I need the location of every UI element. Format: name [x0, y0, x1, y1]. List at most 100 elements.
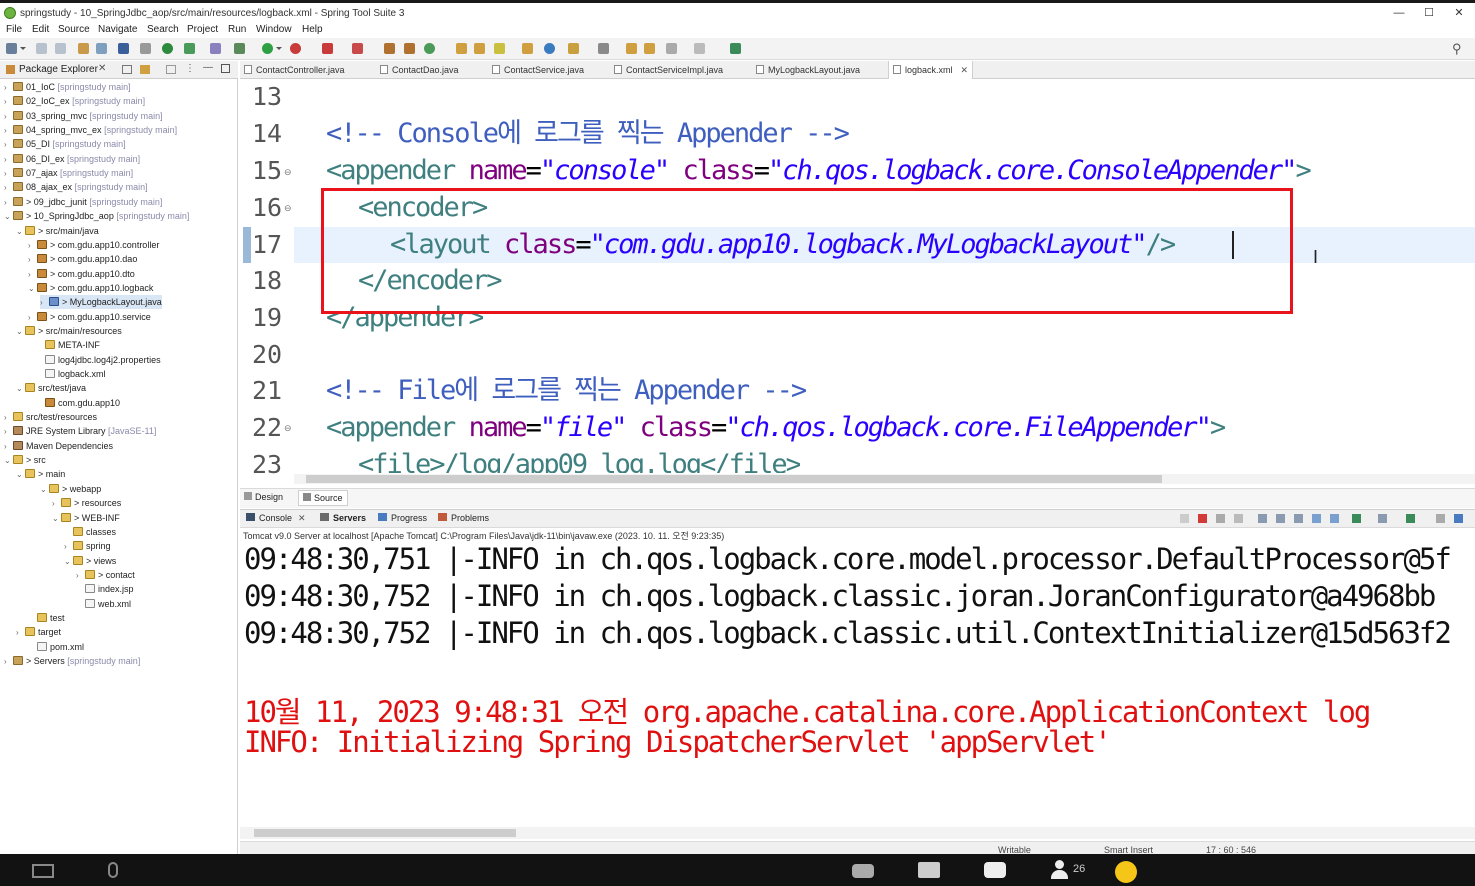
tree-item[interactable]: ⌄ > views: [64, 554, 116, 568]
boot-dashboard-icon[interactable]: [210, 43, 221, 54]
forward-arrow-icon[interactable]: [694, 43, 705, 54]
collapsed-arrow-icon[interactable]: ›: [4, 425, 13, 439]
tree-item[interactable]: ⌄ > com.gdu.app10.logback: [28, 281, 153, 295]
tree-item[interactable]: › src/test/resources: [4, 410, 97, 424]
collapsed-arrow-icon[interactable]: ›: [28, 253, 37, 267]
tree-item[interactable]: logback.xml: [36, 367, 106, 381]
collapsed-arrow-icon[interactable]: ›: [16, 626, 25, 640]
word-wrap-icon[interactable]: [1294, 514, 1303, 523]
expanded-arrow-icon[interactable]: ⌄: [16, 225, 25, 239]
tree-item[interactable]: ⌄ > src/main/resources: [16, 324, 122, 338]
tree-item[interactable]: › 05_DI [springstudy main]: [4, 137, 126, 151]
open-type-icon[interactable]: [78, 43, 89, 54]
tree-item[interactable]: ⌄ > webapp: [40, 482, 101, 496]
menu-window[interactable]: Window: [256, 24, 292, 35]
remove-all-icon[interactable]: [1234, 514, 1243, 523]
tree-item[interactable]: › > contact: [76, 568, 135, 582]
maximize-view-icon[interactable]: [1454, 514, 1463, 523]
participants-icon[interactable]: [1050, 860, 1068, 880]
expanded-arrow-icon[interactable]: ⌄: [16, 382, 25, 396]
tree-item[interactable]: › 07_ajax [springstudy main]: [4, 166, 133, 180]
stop-server-icon[interactable]: [352, 43, 363, 54]
tree-item[interactable]: › spring: [64, 539, 111, 553]
annotation-icon[interactable]: [568, 43, 579, 54]
tree-item[interactable]: web.xml: [76, 597, 131, 611]
clear-console-icon[interactable]: [1258, 514, 1267, 523]
save-icon[interactable]: [36, 43, 47, 54]
collapsed-arrow-icon[interactable]: ›: [28, 268, 37, 282]
tree-item[interactable]: ⌄ > src/main/java: [16, 224, 99, 238]
skip-breakpoints-icon[interactable]: [140, 43, 151, 54]
fold-icon[interactable]: ⊖: [284, 167, 292, 178]
collapsed-arrow-icon[interactable]: ›: [4, 196, 13, 210]
expanded-arrow-icon[interactable]: ⌄: [64, 555, 73, 569]
tree-item[interactable]: › > resources: [52, 496, 121, 510]
display-console-icon[interactable]: [1378, 514, 1387, 523]
close-icon[interactable]: ✕: [98, 63, 106, 74]
tree-item[interactable]: ⌄ > src: [4, 453, 46, 467]
collapsed-arrow-icon[interactable]: ›: [4, 138, 13, 152]
maximize-view-icon[interactable]: [221, 64, 230, 73]
tree-item[interactable]: com.gdu.app10: [36, 396, 120, 410]
debug-icon[interactable]: [234, 43, 245, 54]
minimize-view-icon[interactable]: —: [203, 62, 213, 73]
expanded-arrow-icon[interactable]: ⌄: [40, 483, 49, 497]
open-perspective-icon[interactable]: [730, 43, 741, 54]
save-all-icon[interactable]: [55, 43, 66, 54]
search-icon[interactable]: ⚲: [1452, 41, 1462, 57]
close-icon[interactable]: ✕: [298, 513, 306, 523]
minimize-button[interactable]: —: [1390, 5, 1408, 21]
tree-item[interactable]: › > com.gdu.app10.service: [28, 310, 151, 324]
tree-item[interactable]: classes: [64, 525, 116, 539]
tree-item[interactable]: ⌄ src/test/java: [16, 381, 86, 395]
terminal-icon[interactable]: [118, 43, 129, 54]
collapsed-arrow-icon[interactable]: ›: [76, 569, 85, 583]
maximize-button[interactable]: ☐: [1420, 5, 1438, 21]
collapsed-arrow-icon[interactable]: ›: [4, 411, 13, 425]
collapsed-arrow-icon[interactable]: ›: [4, 110, 13, 124]
refresh-icon[interactable]: [184, 43, 195, 54]
expanded-arrow-icon[interactable]: ⌄: [16, 468, 25, 482]
run-dropdown-icon[interactable]: [276, 47, 282, 50]
tree-item[interactable]: ⌄ > WEB-INF: [52, 511, 120, 525]
menu-navigate[interactable]: Navigate: [98, 24, 137, 35]
pen-icon[interactable]: [494, 43, 505, 54]
tree-item[interactable]: › > 09_jdbc_junit [springstudy main]: [4, 195, 162, 209]
tab-source[interactable]: Source: [298, 490, 348, 506]
youtube-icon[interactable]: [852, 864, 874, 878]
collapsed-arrow-icon[interactable]: ›: [52, 497, 61, 511]
code-line-23[interactable]: <file>/log/app09_log.log</file>: [358, 447, 800, 473]
editor-hscrollbar[interactable]: [294, 474, 1475, 484]
remove-launch-icon[interactable]: [1216, 514, 1225, 523]
tab-progress[interactable]: Progress: [378, 513, 427, 523]
run-external-icon[interactable]: [290, 43, 301, 54]
tree-item[interactable]: ⌄ > 10_SpringJdbc_aop [springstudy main]: [4, 209, 189, 223]
collapse-all-icon[interactable]: [122, 65, 132, 74]
tree-item[interactable]: ⌄ > main: [16, 467, 65, 481]
tree-item[interactable]: › > com.gdu.app10.dto: [28, 267, 135, 281]
expanded-arrow-icon[interactable]: ⌄: [4, 210, 13, 224]
filter-icon[interactable]: [166, 65, 176, 74]
tree-item[interactable]: test: [28, 611, 65, 625]
collapsed-arrow-icon[interactable]: ›: [64, 540, 73, 554]
emoji-icon[interactable]: [1115, 861, 1137, 883]
tree-item[interactable]: pom.xml: [28, 640, 84, 654]
code-line-22[interactable]: <appender name="file" class="ch.qos.logb…: [326, 410, 1226, 446]
new-icon[interactable]: [6, 43, 17, 54]
collapsed-arrow-icon[interactable]: ›: [4, 167, 13, 181]
minimize-view-icon[interactable]: [1436, 514, 1445, 523]
tree-item[interactable]: › > com.gdu.app10.dao: [28, 252, 137, 266]
tree-item[interactable]: › > com.gdu.app10.controller: [28, 238, 159, 252]
collapsed-arrow-icon[interactable]: ›: [28, 311, 37, 325]
tree-item[interactable]: › 06_DI_ex [springstudy main]: [4, 152, 140, 166]
back-edit-icon[interactable]: [644, 43, 655, 54]
collapsed-arrow-icon[interactable]: ›: [4, 440, 13, 454]
tab-console[interactable]: Console ✕: [246, 513, 306, 524]
show-stderr-icon[interactable]: [1330, 514, 1339, 523]
scroll-thumb[interactable]: [254, 829, 516, 837]
fold-icon[interactable]: ⊖: [284, 203, 292, 214]
tree-item[interactable]: › JRE System Library [JavaSE-11]: [4, 424, 156, 438]
run-icon[interactable]: [262, 43, 273, 54]
collapsed-arrow-icon[interactable]: ›: [4, 124, 13, 138]
expanded-arrow-icon[interactable]: ⌄: [28, 282, 37, 296]
